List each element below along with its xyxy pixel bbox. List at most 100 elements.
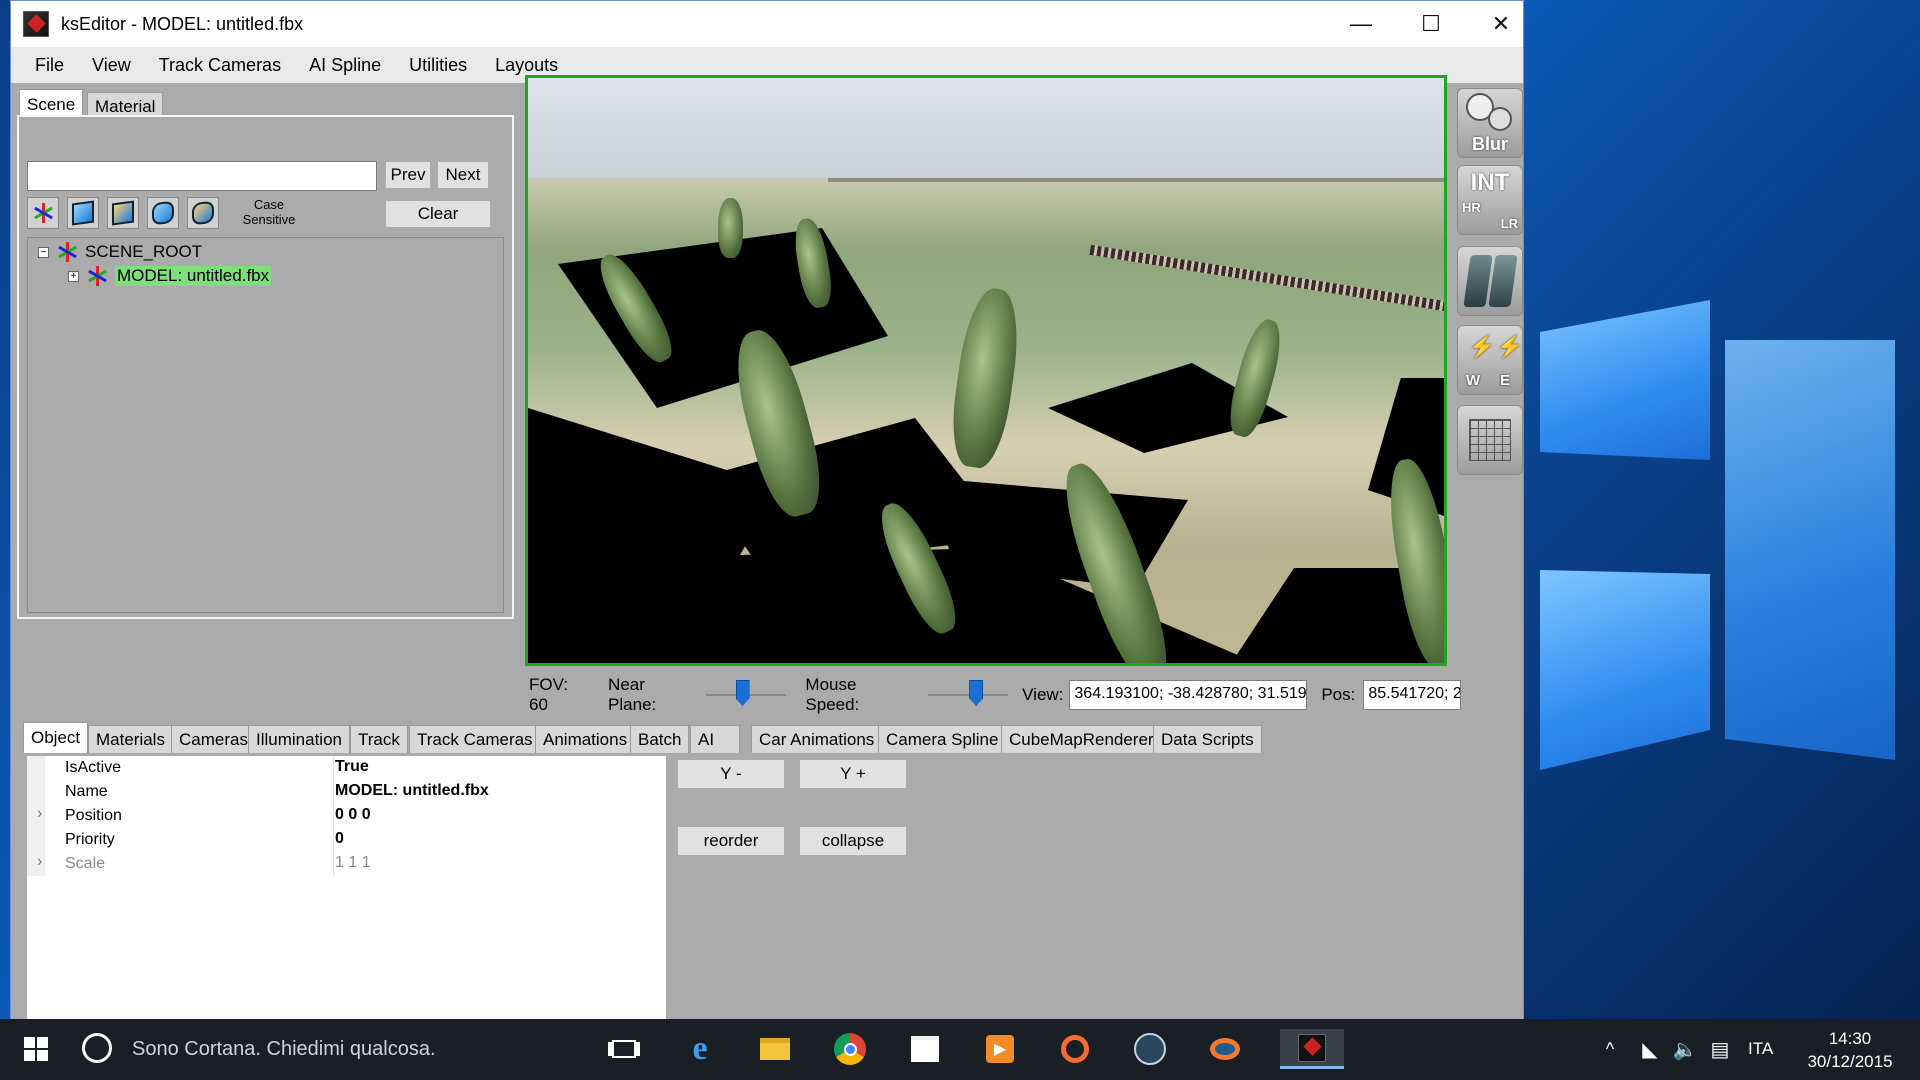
int-label: INT xyxy=(1470,169,1510,196)
network-icon[interactable]: ◣ xyxy=(1630,1029,1670,1069)
blur-tool-button[interactable]: Blur xyxy=(1457,88,1523,158)
lr-label: LR xyxy=(1500,216,1518,231)
tab-batch[interactable]: Batch xyxy=(630,725,690,753)
scene-root-icon xyxy=(57,242,77,262)
wallpaper-pane xyxy=(1540,300,1710,460)
action-center-icon[interactable]: ▤ xyxy=(1700,1029,1740,1069)
property-name: IsActive xyxy=(65,759,122,776)
3d-viewport[interactable] xyxy=(525,75,1447,666)
ks-editor-taskbar-icon[interactable] xyxy=(1280,1029,1344,1069)
pos-label: Pos: xyxy=(1321,685,1356,704)
windows-start-icon[interactable] xyxy=(16,1029,56,1069)
property-value[interactable]: True xyxy=(335,758,369,776)
collapse-icon[interactable]: − xyxy=(38,246,49,258)
chevron-up-icon[interactable]: ^ xyxy=(1590,1029,1630,1069)
property-divider[interactable] xyxy=(333,756,334,876)
filter-mesh-icon[interactable] xyxy=(67,197,99,229)
filter-skinned-icon[interactable] xyxy=(147,197,179,229)
tab-cubemaprenderer[interactable]: CubeMapRenderer xyxy=(1001,725,1162,753)
pos-vector-field[interactable]: 85.541720; 2 xyxy=(1363,680,1462,710)
menu-view[interactable]: View xyxy=(78,55,145,76)
view-vector-field[interactable]: 364.193100; -38.428780; 31.5194 xyxy=(1069,680,1308,710)
property-name: Position xyxy=(65,807,122,824)
y-plus-button[interactable]: Y + xyxy=(799,759,907,789)
windows-glass-tool-button[interactable] xyxy=(1457,246,1523,316)
near-plane-slider[interactable] xyxy=(705,680,786,710)
maximize-button[interactable]: ☐ xyxy=(1396,1,1466,47)
tab-car-animations[interactable]: Car Animations xyxy=(751,725,883,753)
property-name: Name xyxy=(65,783,108,800)
property-row[interactable]: IsActive True xyxy=(27,756,666,780)
origin-icon[interactable] xyxy=(1055,1029,1095,1069)
blender-icon[interactable] xyxy=(1205,1029,1245,1069)
menu-utilities[interactable]: Utilities xyxy=(395,55,481,76)
media-player-icon[interactable]: ▶ xyxy=(980,1029,1020,1069)
cortana-search-box[interactable]: Sono Cortana. Chiedimi qualcosa. xyxy=(132,1038,436,1061)
edge-browser-icon[interactable]: e xyxy=(680,1029,720,1069)
ks-editor-app-icon xyxy=(23,11,49,37)
chrome-icon[interactable] xyxy=(830,1029,870,1069)
property-value[interactable]: 0 xyxy=(335,830,344,848)
slider-thumb[interactable] xyxy=(735,680,750,706)
collapse-button[interactable]: collapse xyxy=(799,826,907,856)
windows-taskbar: Sono Cortana. Chiedimi qualcosa. e ▶ ^ ◣… xyxy=(0,1019,1920,1080)
tab-object[interactable]: Object xyxy=(23,722,89,753)
viewport-horizon-road xyxy=(828,178,1444,182)
int-quality-tool-button[interactable]: INT HR LR xyxy=(1457,165,1523,235)
property-row[interactable]: Name MODEL: untitled.fbx xyxy=(27,780,666,804)
tree-node-model[interactable]: + MODEL: untitled.fbx xyxy=(68,266,272,286)
clock[interactable]: 14:30 30/12/2015 xyxy=(1800,1027,1900,1073)
menu-track-cameras[interactable]: Track Cameras xyxy=(145,55,295,76)
menu-ai-spline[interactable]: AI Spline xyxy=(295,55,395,76)
chevron-right-icon[interactable]: › xyxy=(37,853,42,871)
prev-button[interactable]: Prev xyxy=(385,161,431,189)
tab-data-scripts[interactable]: Data Scripts xyxy=(1153,725,1262,753)
clear-button[interactable]: Clear xyxy=(385,200,491,228)
tab-ai[interactable]: AI xyxy=(690,725,740,753)
grid-tool-button[interactable] xyxy=(1457,405,1523,475)
property-row[interactable]: › Position 0 0 0 xyxy=(27,804,666,828)
expand-icon[interactable]: + xyxy=(68,270,79,282)
tool-strip: Blur INT HR LR ⚡ ⚡ W E xyxy=(1457,88,1525,475)
close-button[interactable]: ✕ xyxy=(1466,1,1536,47)
case-sensitive-label[interactable]: Case Sensitive xyxy=(234,197,304,227)
tab-track-cameras[interactable]: Track Cameras xyxy=(409,725,541,753)
title-bar[interactable]: ksEditor - MODEL: untitled.fbx — ☐ ✕ xyxy=(11,1,1523,47)
cortana-icon[interactable] xyxy=(82,1033,112,1063)
wind-effect-tool-button[interactable]: ⚡ ⚡ W E xyxy=(1457,325,1523,395)
scene-search-input[interactable] xyxy=(27,161,377,191)
next-button[interactable]: Next xyxy=(437,161,489,189)
filter-material-icon[interactable] xyxy=(107,197,139,229)
menu-layouts[interactable]: Layouts xyxy=(481,55,572,76)
property-value[interactable]: 0 0 0 xyxy=(335,806,371,824)
tab-camera-spline[interactable]: Camera Spline xyxy=(878,725,1007,753)
file-explorer-icon[interactable] xyxy=(755,1029,795,1069)
minimize-button[interactable]: — xyxy=(1326,1,1396,47)
filter-all-icon[interactable] xyxy=(27,197,59,229)
tab-track[interactable]: Track xyxy=(350,725,408,753)
chevron-right-icon[interactable]: › xyxy=(37,805,42,823)
tree-node-scene-root[interactable]: − SCENE_ROOT xyxy=(38,242,202,262)
property-row[interactable]: Priority 0 xyxy=(27,828,666,852)
volume-icon[interactable]: 🔈 xyxy=(1665,1029,1705,1069)
property-name: Scale xyxy=(65,855,106,872)
y-minus-button[interactable]: Y - xyxy=(677,759,785,789)
editor-client-area: Scene Material Prev Next Case Sensitive … xyxy=(11,75,1525,1020)
store-icon[interactable] xyxy=(905,1029,945,1069)
tab-cameras[interactable]: Cameras xyxy=(171,725,256,753)
filter-skinned-material-icon[interactable] xyxy=(187,197,219,229)
mouse-speed-slider[interactable] xyxy=(928,680,1009,710)
wallpaper-pane xyxy=(1540,570,1710,770)
task-view-icon[interactable] xyxy=(604,1029,644,1069)
reorder-button[interactable]: reorder xyxy=(677,826,785,856)
slider-thumb[interactable] xyxy=(969,680,984,706)
property-value[interactable]: MODEL: untitled.fbx xyxy=(335,782,489,800)
menu-file[interactable]: File xyxy=(21,55,78,76)
property-value[interactable]: 1 1 1 xyxy=(335,854,371,872)
property-row[interactable]: › Scale 1 1 1 xyxy=(27,852,666,876)
language-indicator[interactable]: ITA xyxy=(1748,1039,1773,1059)
tab-illumination[interactable]: Illumination xyxy=(248,725,350,753)
steam-icon[interactable] xyxy=(1130,1029,1170,1069)
tab-animations[interactable]: Animations xyxy=(535,725,636,753)
tab-materials[interactable]: Materials xyxy=(88,725,173,753)
